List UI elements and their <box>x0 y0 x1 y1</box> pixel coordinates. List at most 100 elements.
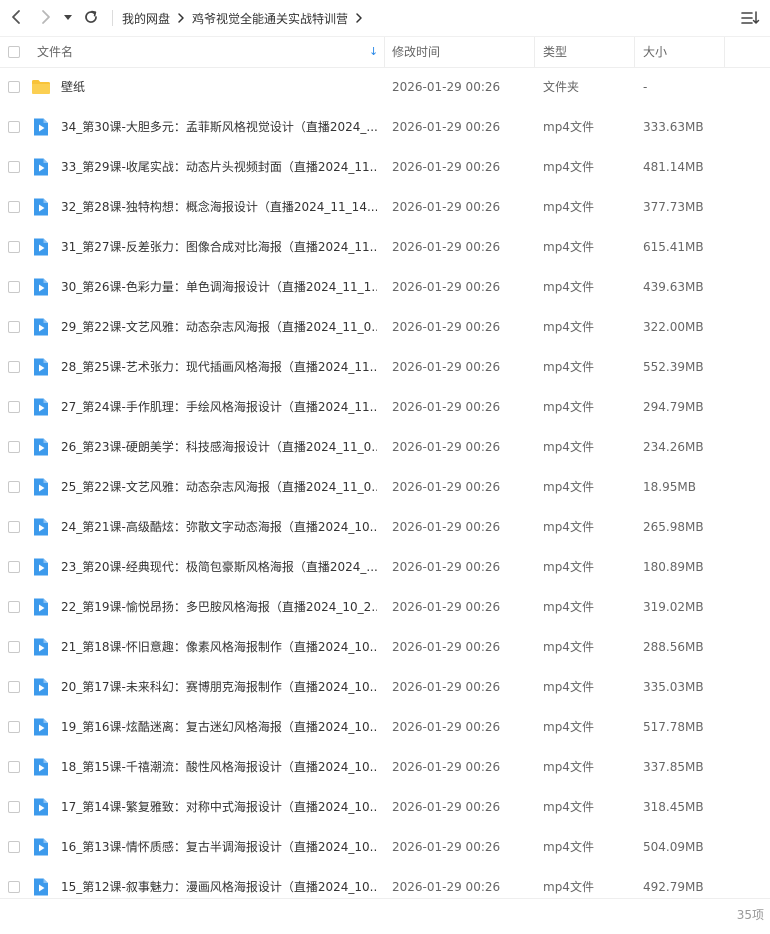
file-row[interactable]: 31_第27课-反差张力：图像合成对比海报（直播2024_11... 2026-0… <box>0 227 770 267</box>
file-row[interactable]: 22_第19课-愉悦昂扬：多巴胺风格海报（直播2024_10_2... 2026-… <box>0 587 770 627</box>
row-checkbox[interactable] <box>8 761 20 773</box>
column-divider[interactable] <box>634 37 635 67</box>
column-divider[interactable] <box>724 37 725 67</box>
video-file-icon <box>31 357 51 377</box>
column-divider[interactable] <box>534 37 535 67</box>
file-type: mp4文件 <box>543 400 594 414</box>
forward-button[interactable] <box>37 8 55 26</box>
row-checkbox[interactable] <box>8 161 20 173</box>
video-file-icon <box>31 157 51 177</box>
row-checkbox[interactable] <box>8 281 20 293</box>
file-name[interactable]: 19_第16课-炫酷迷离：复古迷幻风格海报（直播2024_10... <box>61 707 377 747</box>
row-checkbox[interactable] <box>8 521 20 533</box>
file-row[interactable]: 23_第20课-经典现代：极简包豪斯风格海报（直播2024_... 2026-01… <box>0 547 770 587</box>
file-row[interactable]: 26_第23课-硬朗美学：科技感海报设计（直播2024_11_0... 2026-… <box>0 427 770 467</box>
file-name[interactable]: 26_第23课-硬朗美学：科技感海报设计（直播2024_11_0... <box>61 427 377 467</box>
row-checkbox[interactable] <box>8 681 20 693</box>
row-checkbox[interactable] <box>8 481 20 493</box>
select-all-checkbox[interactable] <box>8 46 20 58</box>
file-name[interactable]: 33_第29课-收尾实战：动态片头视频封面（直播2024_11... <box>61 147 377 187</box>
file-name[interactable]: 30_第26课-色彩力量：单色调海报设计（直播2024_11_1... <box>61 267 377 307</box>
file-name[interactable]: 16_第13课-情怀质感：复古半调海报设计（直播2024_10... <box>61 827 377 867</box>
file-modified-time: 2026-01-29 00:26 <box>392 360 501 374</box>
row-checkbox[interactable] <box>8 401 20 413</box>
row-checkbox[interactable] <box>8 121 20 133</box>
refresh-button[interactable] <box>82 8 100 26</box>
file-modified-time: 2026-01-29 00:26 <box>392 120 501 134</box>
file-type: mp4文件 <box>543 120 594 134</box>
back-button[interactable] <box>7 8 25 26</box>
file-type: mp4文件 <box>543 280 594 294</box>
file-row[interactable]: 17_第14课-繁复雅致：对称中式海报设计（直播2024_10... 2026-0… <box>0 787 770 827</box>
row-checkbox[interactable] <box>8 321 20 333</box>
file-name[interactable]: 18_第15课-千禧潮流：酸性风格海报设计（直播2024_10... <box>61 747 377 787</box>
row-checkbox[interactable] <box>8 801 20 813</box>
file-type: mp4文件 <box>543 520 594 534</box>
column-header-size[interactable]: 大小 <box>643 37 667 67</box>
file-size: 337.85MB <box>643 760 704 774</box>
sort-arrow-icon[interactable]: ↓ <box>369 37 378 67</box>
row-checkbox[interactable] <box>8 641 20 653</box>
row-checkbox[interactable] <box>8 441 20 453</box>
file-name[interactable]: 31_第27课-反差张力：图像合成对比海报（直播2024_11... <box>61 227 377 267</box>
file-name[interactable]: 25_第22课-文艺风雅：动态杂志风海报（直播2024_11_0... <box>61 467 377 507</box>
row-checkbox[interactable] <box>8 721 20 733</box>
file-size: 504.09MB <box>643 840 704 854</box>
file-row[interactable]: 壁纸 2026-01-29 00:26 文件夹 - <box>0 67 770 107</box>
file-row[interactable]: 24_第21课-高级酷炫：弥散文字动态海报（直播2024_10... 2026-0… <box>0 507 770 547</box>
column-divider[interactable] <box>384 37 385 67</box>
toolbar: 我的网盘 鸡爷视觉全能通关实战特训营 <box>0 0 770 36</box>
file-row[interactable]: 32_第28课-独特构想：概念海报设计（直播2024_11_14... 2026-… <box>0 187 770 227</box>
video-file-icon <box>31 837 51 857</box>
file-row[interactable]: 27_第24课-手作肌理：手绘风格海报设计（直播2024_11... 2026-0… <box>0 387 770 427</box>
video-file-icon <box>31 637 51 657</box>
row-checkbox[interactable] <box>8 201 20 213</box>
column-header-modified[interactable]: 修改时间 <box>392 37 440 67</box>
file-name[interactable]: 22_第19课-愉悦昂扬：多巴胺风格海报（直播2024_10_2... <box>61 587 377 627</box>
file-row[interactable]: 34_第30课-大胆多元：孟菲斯风格视觉设计（直播2024_... 2026-01… <box>0 107 770 147</box>
file-name[interactable]: 32_第28课-独特构想：概念海报设计（直播2024_11_14... <box>61 187 377 227</box>
breadcrumb-item-current[interactable]: 鸡爷视觉全能通关实战特训营 <box>192 10 348 27</box>
file-name[interactable]: 20_第17课-未来科幻：赛博朋克海报制作（直播2024_10... <box>61 667 377 707</box>
file-type: 文件夹 <box>543 80 580 94</box>
file-row[interactable]: 29_第22课-文艺风雅：动态杂志风海报（直播2024_11_0... 2026-… <box>0 307 770 347</box>
file-row[interactable]: 28_第25课-艺术张力：现代插画风格海报（直播2024_11... 2026-0… <box>0 347 770 387</box>
file-name[interactable]: 29_第22课-文艺风雅：动态杂志风海报（直播2024_11_0... <box>61 307 377 347</box>
file-row[interactable]: 21_第18课-怀旧意趣：像素风格海报制作（直播2024_10... 2026-0… <box>0 627 770 667</box>
file-type: mp4文件 <box>543 720 594 734</box>
column-header-type[interactable]: 类型 <box>543 37 567 67</box>
video-file-icon <box>31 197 51 217</box>
file-row[interactable]: 30_第26课-色彩力量：单色调海报设计（直播2024_11_1... 2026-… <box>0 267 770 307</box>
file-size: - <box>643 80 648 94</box>
file-row[interactable]: 20_第17课-未来科幻：赛博朋克海报制作（直播2024_10... 2026-0… <box>0 667 770 707</box>
file-name[interactable]: 34_第30课-大胆多元：孟菲斯风格视觉设计（直播2024_... <box>61 107 377 147</box>
breadcrumb-item-root[interactable]: 我的网盘 <box>122 10 170 27</box>
file-row[interactable]: 19_第16课-炫酷迷离：复古迷幻风格海报（直播2024_10... 2026-0… <box>0 707 770 747</box>
file-modified-time: 2026-01-29 00:26 <box>392 680 501 694</box>
row-checkbox[interactable] <box>8 841 20 853</box>
breadcrumb-separator-icon <box>177 12 185 24</box>
file-name[interactable]: 17_第14课-繁复雅致：对称中式海报设计（直播2024_10... <box>61 787 377 827</box>
row-checkbox[interactable] <box>8 561 20 573</box>
video-file-icon <box>31 717 51 737</box>
file-row[interactable]: 25_第22课-文艺风雅：动态杂志风海报（直播2024_11_0... 2026-… <box>0 467 770 507</box>
column-header-name[interactable]: 文件名 <box>37 37 73 67</box>
file-row[interactable]: 33_第29课-收尾实战：动态片头视频封面（直播2024_11... 2026-0… <box>0 147 770 187</box>
row-checkbox[interactable] <box>8 361 20 373</box>
file-row[interactable]: 18_第15课-千禧潮流：酸性风格海报设计（直播2024_10... 2026-0… <box>0 747 770 787</box>
file-name[interactable]: 27_第24课-手作肌理：手绘风格海报设计（直播2024_11... <box>61 387 377 427</box>
file-row[interactable]: 16_第13课-情怀质感：复古半调海报设计（直播2024_10... 2026-0… <box>0 827 770 867</box>
file-name[interactable]: 28_第25课-艺术张力：现代插画风格海报（直播2024_11... <box>61 347 377 387</box>
file-name[interactable]: 23_第20课-经典现代：极简包豪斯风格海报（直播2024_... <box>61 547 377 587</box>
file-type: mp4文件 <box>543 440 594 454</box>
file-name[interactable]: 壁纸 <box>61 67 377 107</box>
row-checkbox[interactable] <box>8 81 20 93</box>
history-dropdown-button[interactable] <box>61 8 75 26</box>
sort-view-button[interactable] <box>740 9 760 27</box>
file-size: 322.00MB <box>643 320 704 334</box>
row-checkbox[interactable] <box>8 881 20 893</box>
row-checkbox[interactable] <box>8 241 20 253</box>
row-checkbox[interactable] <box>8 601 20 613</box>
file-name[interactable]: 24_第21课-高级酷炫：弥散文字动态海报（直播2024_10... <box>61 507 377 547</box>
file-name[interactable]: 21_第18课-怀旧意趣：像素风格海报制作（直播2024_10... <box>61 627 377 667</box>
